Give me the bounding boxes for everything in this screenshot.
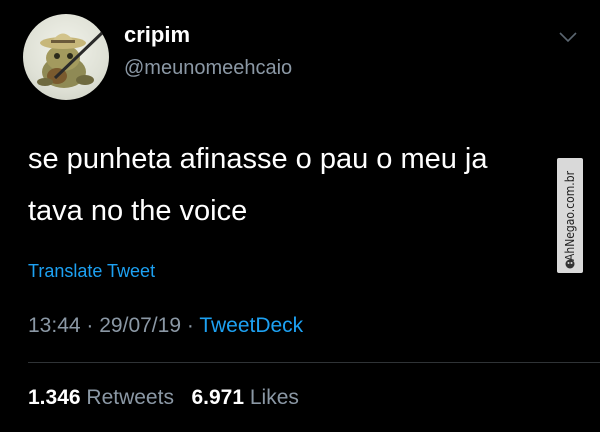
retweets-count: 1.346: [28, 386, 81, 409]
tweet-date: 29/07/19: [99, 314, 181, 337]
logo-icon: [565, 259, 575, 269]
tweet-source-link[interactable]: TweetDeck: [199, 314, 303, 337]
tweet-metadata: 13:44 · 29/07/19 · TweetDeck: [28, 314, 303, 338]
avatar-image: [37, 30, 105, 88]
user-handle[interactable]: @meunomeehcaio: [124, 57, 292, 80]
likes-stat[interactable]: 6.971 Likes: [191, 386, 298, 409]
likes-count: 6.971: [191, 386, 245, 409]
tweet-stats: 1.346 Retweets 6.971 Likes: [28, 386, 299, 410]
meta-separator: ·: [86, 314, 94, 337]
tweet-time: 13:44: [28, 314, 81, 337]
likes-label: Likes: [249, 386, 299, 409]
tweet-text: se punheta afinasse o pau o meu ja tava …: [28, 143, 488, 227]
translate-tweet-link[interactable]: Translate Tweet: [28, 261, 155, 282]
avatar[interactable]: [23, 14, 109, 100]
display-name[interactable]: cripim: [124, 22, 190, 48]
watermark-text: AhNegao.com.br: [563, 170, 577, 261]
meta-separator: ·: [186, 314, 194, 337]
chevron-down-icon[interactable]: [557, 30, 579, 44]
retweets-stat[interactable]: 1.346 Retweets: [28, 386, 174, 409]
watermark: AhNegao.com.br: [557, 158, 583, 273]
divider: [28, 362, 600, 363]
retweets-label: Retweets: [86, 386, 174, 409]
